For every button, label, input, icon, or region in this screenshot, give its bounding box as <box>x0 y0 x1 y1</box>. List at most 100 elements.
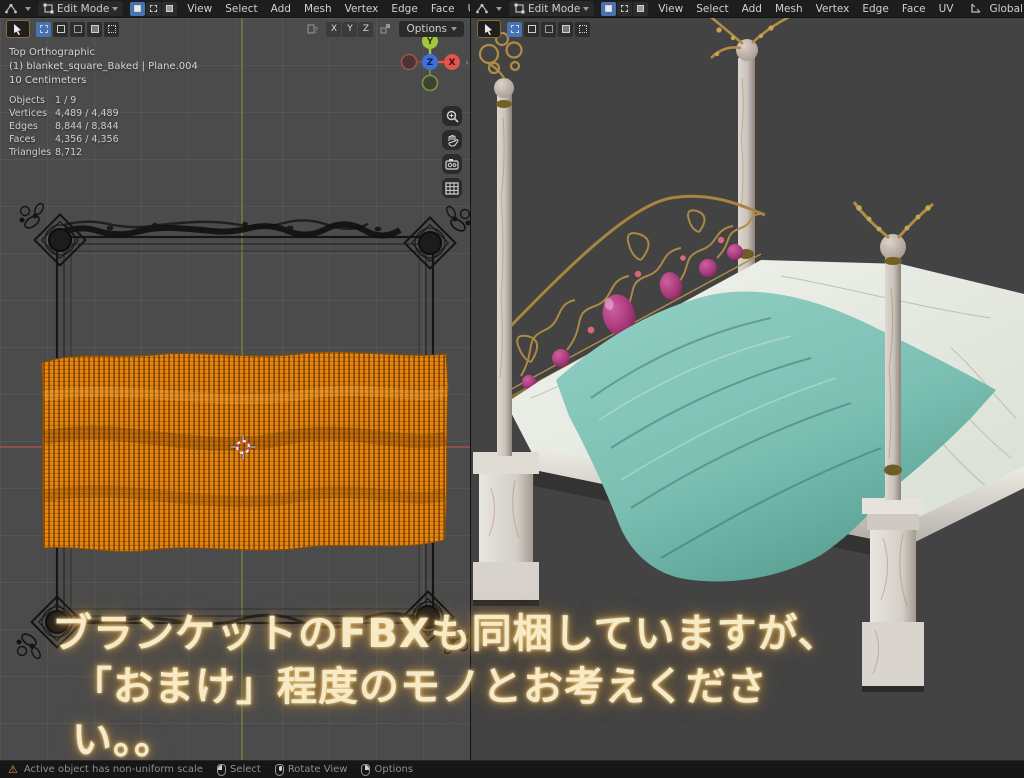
tweak-cursor-icon <box>13 23 23 35</box>
select-mode-extend-button[interactable] <box>524 22 539 37</box>
edit-mode-icon <box>43 3 54 14</box>
menu-edge[interactable]: Edge <box>859 3 891 15</box>
menu-face[interactable]: Face <box>899 3 929 15</box>
menu-select[interactable]: Select <box>222 3 260 15</box>
menu-edge[interactable]: Edge <box>388 3 420 15</box>
face-select-button[interactable] <box>633 2 648 16</box>
viewport-header: Edit Mode View Select Add Mesh Vertex Ed… <box>0 0 470 18</box>
menu-add[interactable]: Add <box>739 3 765 15</box>
hand-icon <box>446 134 459 147</box>
active-tool-button[interactable] <box>6 20 30 38</box>
mode-selector[interactable]: Edit Mode <box>509 1 594 16</box>
menu-mesh[interactable]: Mesh <box>301 3 335 15</box>
chevron-down-icon <box>112 7 118 11</box>
mode-selector[interactable]: Edit Mode <box>38 1 123 16</box>
camera-icon <box>445 158 459 170</box>
viewport-divider[interactable] <box>470 0 471 760</box>
hint-select: Select <box>217 764 261 776</box>
chevron-left-icon[interactable]: ‹ <box>465 58 469 68</box>
statistics-overlay: Objects1 / 9 Vertices4,489 / 4,489 Edges… <box>9 94 119 159</box>
transform-fix-icon[interactable]: ? <box>306 22 320 36</box>
vertex-select-button[interactable] <box>601 2 616 16</box>
select-mode-group <box>601 2 648 16</box>
navigation-gizmo[interactable]: Y X Z <box>398 32 462 94</box>
snap-base-icon[interactable] <box>379 22 393 36</box>
view-info-overlay: Top Orthographic (1) blanket_square_Bake… <box>9 46 198 88</box>
left-mouse-icon <box>217 764 226 776</box>
svg-text:Z: Z <box>427 58 434 68</box>
editor-type-dropdown-icon[interactable] <box>25 7 31 11</box>
viewport-canvas[interactable]: ? X Y Z Options Top Orthographic (1) bla… <box>0 18 470 760</box>
select-mode-intersect-button[interactable] <box>104 22 119 37</box>
select-mode-extend-button[interactable] <box>53 22 68 37</box>
edge-select-button[interactable] <box>617 2 632 16</box>
menu-uv[interactable]: UV <box>936 3 957 15</box>
viewport-canvas[interactable] <box>471 18 1024 760</box>
active-object-label: (1) blanket_square_Baked | Plane.004 <box>9 60 198 74</box>
viewport-shaded: Edit Mode View Select Add Mesh Vertex Ed… <box>471 0 1024 760</box>
viewport-header: Edit Mode View Select Add Mesh Vertex Ed… <box>471 0 1024 18</box>
tweak-cursor-icon <box>484 23 494 35</box>
front-left-leg <box>473 452 539 606</box>
chevron-down-icon <box>583 7 589 11</box>
select-mode-intersect-button[interactable] <box>575 22 590 37</box>
orientation-icon <box>970 3 982 14</box>
mode-label: Edit Mode <box>57 3 109 15</box>
vertex-select-button[interactable] <box>130 2 145 16</box>
toggle-view-button[interactable] <box>442 178 462 198</box>
menu-select[interactable]: Select <box>693 3 731 15</box>
select-mode-group <box>130 2 177 16</box>
menu-view[interactable]: View <box>655 3 686 15</box>
select-mode-set-button[interactable] <box>507 22 522 37</box>
menu-mesh[interactable]: Mesh <box>772 3 806 15</box>
menu-vertex[interactable]: Vertex <box>342 3 382 15</box>
face-select-button[interactable] <box>162 2 177 16</box>
options-button[interactable]: Options <box>399 21 464 37</box>
mirror-z-button[interactable]: Z <box>358 22 373 37</box>
select-box-mode-group <box>36 22 119 37</box>
select-mode-subtract-button[interactable] <box>70 22 85 37</box>
grid-scale-label: 10 Centimeters <box>9 74 198 88</box>
hint-options: Options <box>361 764 413 776</box>
mode-label: Edit Mode <box>528 3 580 15</box>
select-mode-set-button[interactable] <box>36 22 51 37</box>
front-right-leg <box>862 498 924 692</box>
select-mode-invert-button[interactable] <box>87 22 102 37</box>
chevron-down-icon <box>451 27 457 31</box>
blender-window: Edit Mode View Select Add Mesh Vertex Ed… <box>0 0 1024 778</box>
camera-view-button[interactable] <box>442 154 462 174</box>
select-box-mode-group <box>507 22 590 37</box>
editor-type-dropdown-icon[interactable] <box>496 7 502 11</box>
view-label: Top Orthographic <box>9 46 198 60</box>
editor-type-icon[interactable] <box>4 3 18 15</box>
menu-view[interactable]: View <box>184 3 215 15</box>
edit-mode-icon <box>514 3 525 14</box>
mirror-x-button[interactable]: X <box>326 22 341 37</box>
rendered-bed-scene <box>471 18 1024 760</box>
right-mouse-icon <box>361 764 370 776</box>
status-bar: ⚠ Active object has non-uniform scale Se… <box>0 760 1024 778</box>
move-view-button[interactable] <box>442 130 462 150</box>
grid-icon <box>445 182 459 195</box>
orientation-label[interactable]: Global <box>989 3 1023 15</box>
viewport-side-tools <box>442 106 462 198</box>
svg-text:Y: Y <box>426 37 434 47</box>
active-tool-button[interactable] <box>477 20 501 38</box>
zoom-button[interactable] <box>442 106 462 126</box>
magnifier-icon <box>446 110 459 123</box>
mirror-axes-group: X Y Z <box>326 22 373 37</box>
menu-face[interactable]: Face <box>428 3 458 15</box>
edge-select-button[interactable] <box>146 2 161 16</box>
gizmo-y-neg-axis <box>423 76 438 91</box>
select-mode-subtract-button[interactable] <box>541 22 556 37</box>
select-mode-invert-button[interactable] <box>558 22 573 37</box>
menu-add[interactable]: Add <box>268 3 294 15</box>
svg-text:?: ? <box>314 26 318 35</box>
menu-vertex[interactable]: Vertex <box>813 3 853 15</box>
viewport-top-orthographic: Edit Mode View Select Add Mesh Vertex Ed… <box>0 0 470 760</box>
mirror-y-button[interactable]: Y <box>342 22 357 37</box>
middle-mouse-icon <box>275 764 284 776</box>
editor-type-icon[interactable] <box>475 3 489 15</box>
warning-icon: ⚠ <box>8 763 18 776</box>
hint-rotate-view: Rotate View <box>275 764 348 776</box>
